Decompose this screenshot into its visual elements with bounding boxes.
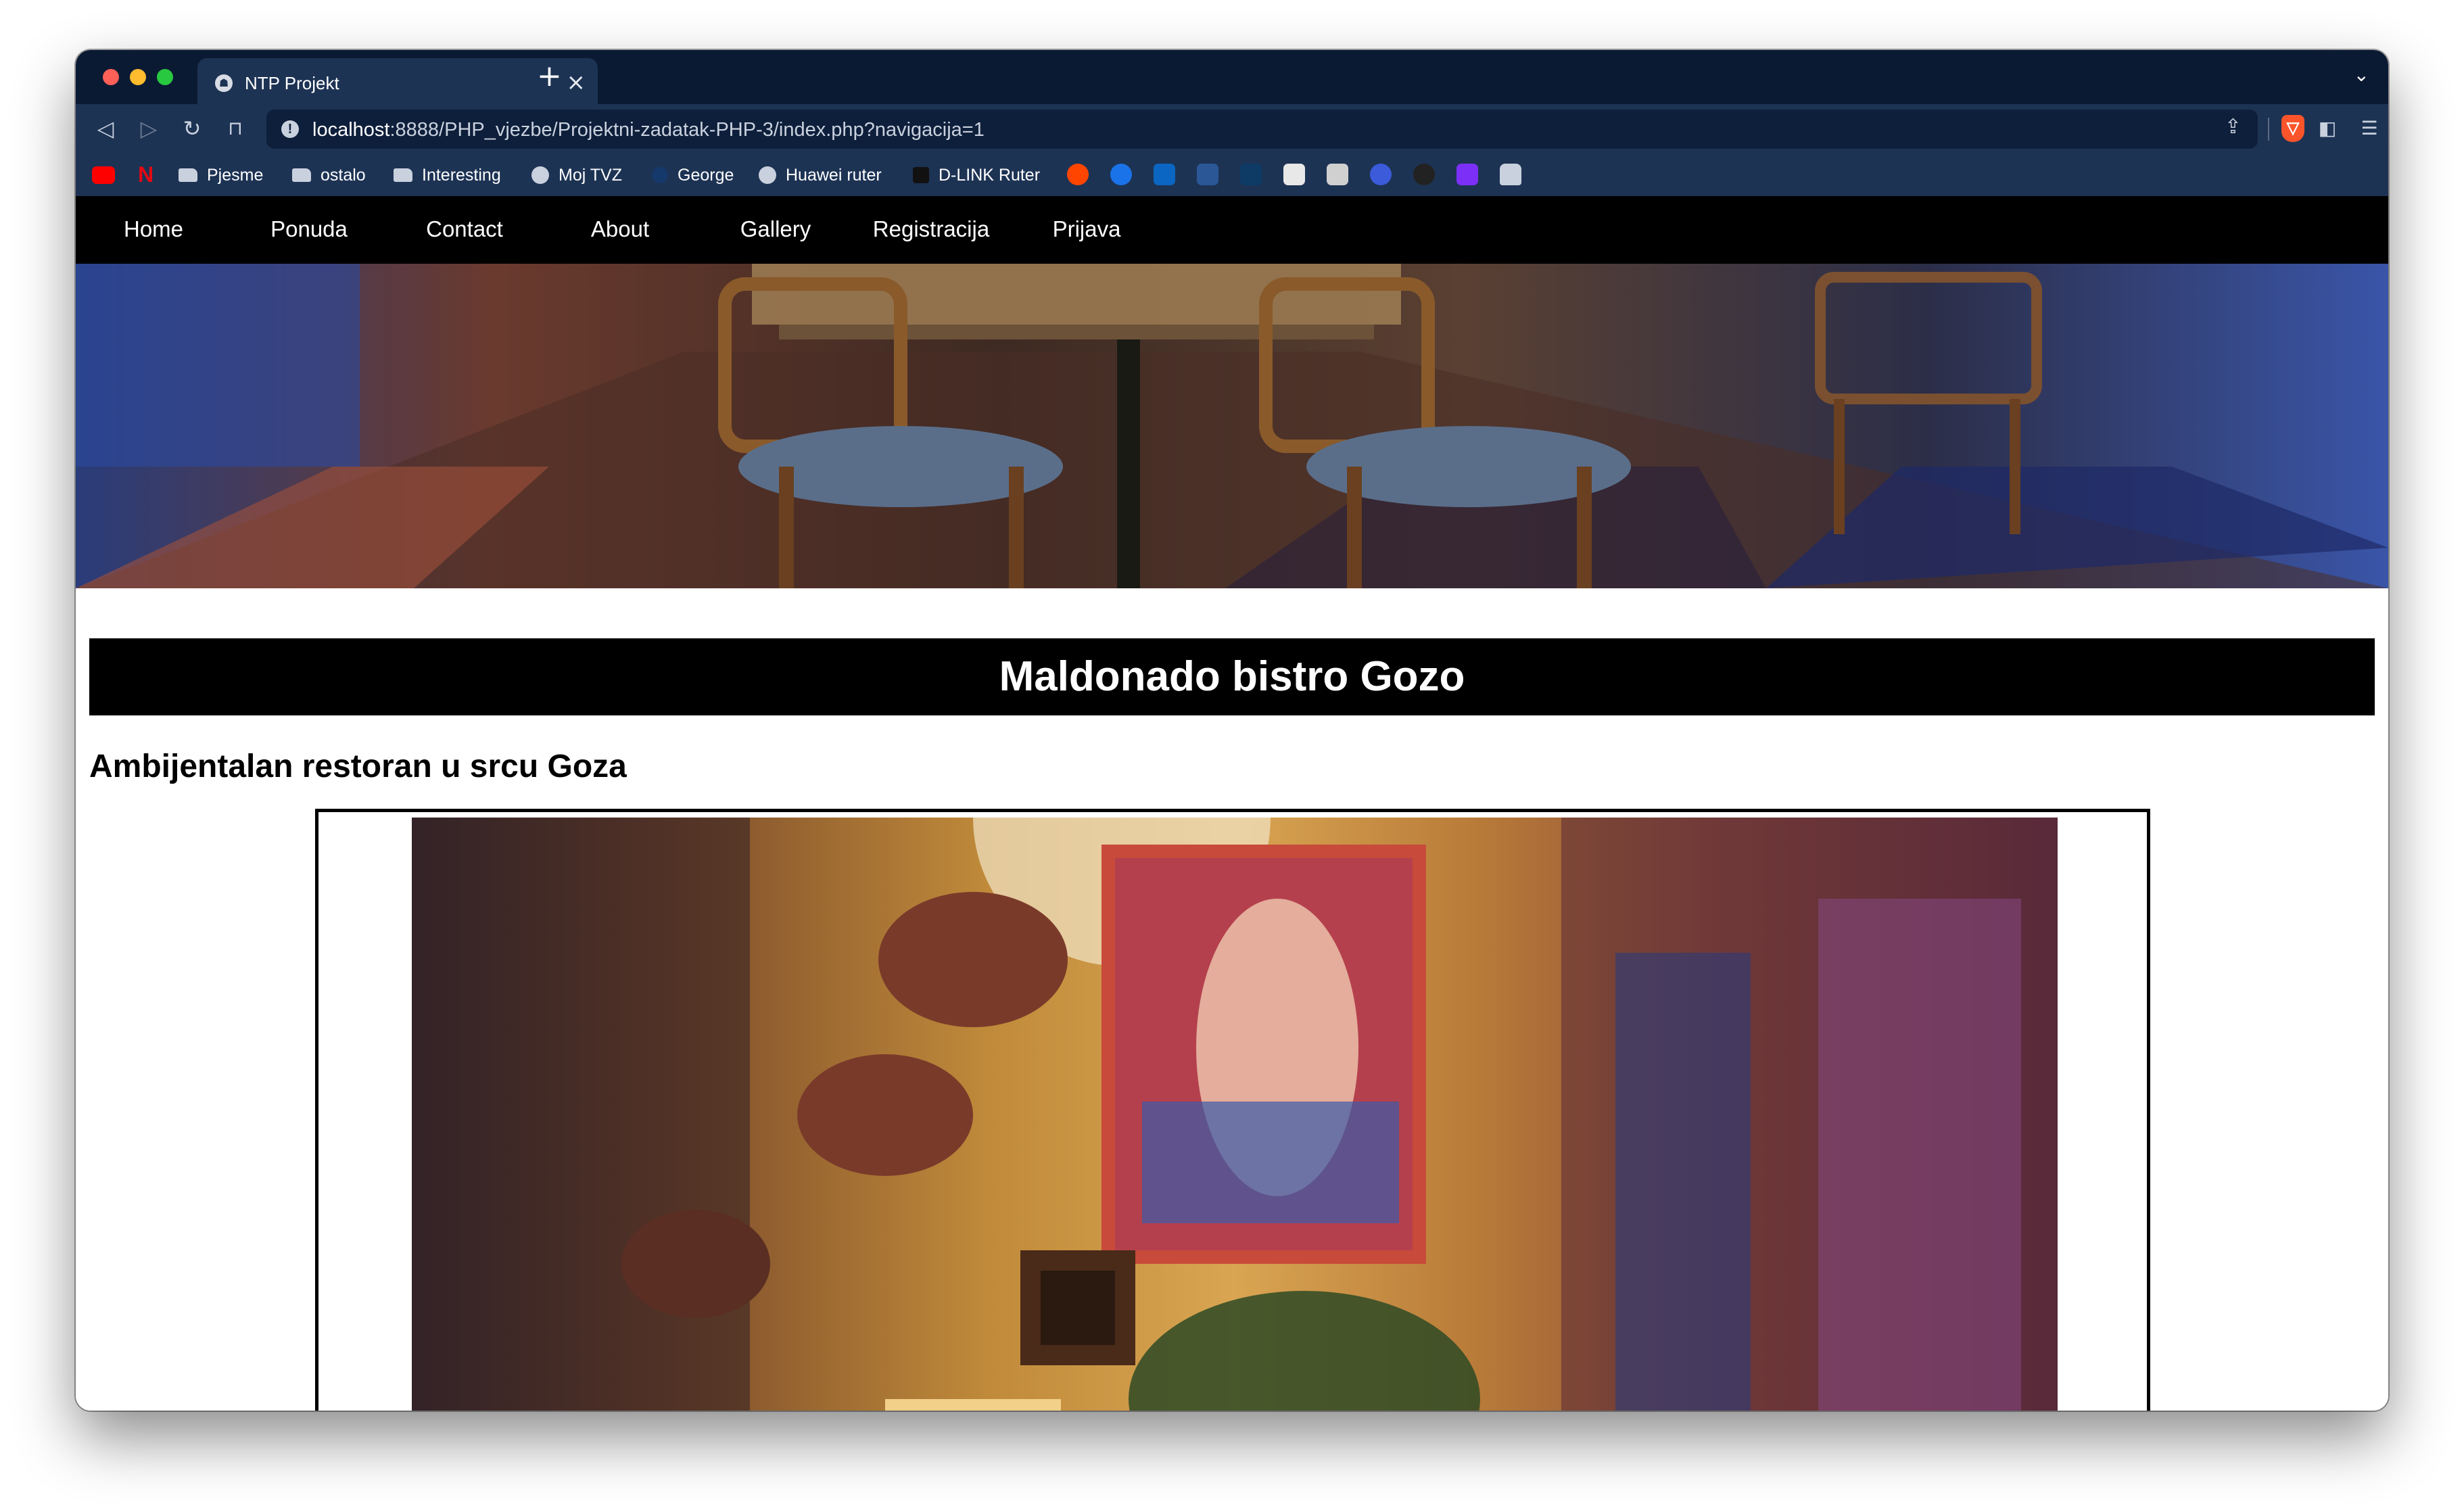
folder-icon	[292, 168, 311, 182]
page-subtitle: Ambijentalan restoran u srcu Goza	[89, 749, 627, 784]
menu-icon[interactable]: ☰	[2356, 114, 2383, 143]
nav-ponuda[interactable]: Ponuda	[231, 216, 387, 242]
youtube-icon[interactable]	[92, 166, 115, 184]
linkedin-icon[interactable]	[1154, 164, 1175, 185]
bookmark-label: Interesting	[422, 165, 501, 185]
nav-gallery[interactable]: Gallery	[698, 216, 853, 242]
bistro-wall-illustration	[412, 818, 2058, 1411]
tab-close-icon[interactable]: ×	[567, 69, 586, 96]
tab-title: NTP Projekt	[245, 73, 339, 93]
bookmark-moj-tvz[interactable]: Moj TVZ	[531, 161, 622, 189]
minimize-window-button[interactable]	[130, 69, 146, 85]
globe-icon	[759, 166, 776, 184]
nav-home[interactable]: Home	[76, 216, 231, 242]
url-host: localhost	[312, 119, 390, 141]
d-link-icon	[913, 167, 929, 183]
bookmark-label: Moj TVZ	[559, 165, 622, 185]
bookmark-icon-11[interactable]	[1283, 164, 1305, 185]
share-icon[interactable]: ⇪	[2225, 115, 2242, 139]
netflix-icon[interactable]: N	[138, 164, 160, 185]
bookmark-ostalo[interactable]: ostalo	[292, 161, 366, 189]
bookmark-label: ostalo	[321, 165, 366, 185]
george-icon	[652, 167, 668, 183]
bookmark-pjesme[interactable]: Pjesme	[179, 161, 263, 189]
site-info-icon[interactable]: !	[281, 120, 299, 138]
restaurant-interior-illustration	[76, 264, 2388, 588]
globe-icon	[531, 166, 549, 184]
bookmark-george[interactable]: George	[652, 161, 734, 189]
new-tab-button[interactable]: +	[537, 60, 562, 93]
bookmark-interesting[interactable]: Interesting	[394, 161, 501, 189]
bookmark-icon-9[interactable]	[1197, 164, 1218, 185]
url-path: :8888/PHP_vjezbe/Projektni-zadatak-PHP-3…	[389, 119, 985, 141]
browser-window: ☗ NTP Projekt × + ⌄ ◁ ▷ ↻ ⊓ ! localhost:…	[76, 50, 2388, 1411]
nav-registracija[interactable]: Registracija	[853, 216, 1009, 242]
bookmark-label: D-LINK Ruter	[939, 165, 1041, 185]
site-favicon-icon: ☗	[215, 74, 233, 92]
maximize-window-button[interactable]	[157, 69, 173, 85]
address-bar[interactable]: ! localhost:8888/PHP_vjezbe/Projektni-za…	[266, 110, 2258, 149]
bookmark-icon[interactable]: ⊓	[222, 114, 249, 143]
sidebar-toggle-icon[interactable]: ◧	[2314, 114, 2341, 143]
bookmark-icon-13[interactable]	[1370, 164, 1392, 185]
url-text[interactable]: localhost:8888/PHP_vjezbe/Projektni-zada…	[312, 119, 985, 141]
bookmark-d-link-ruter[interactable]: D-LINK Ruter	[913, 161, 1040, 189]
bookmark-label: Pjesme	[207, 165, 264, 185]
nav-prijava[interactable]: Prijava	[1009, 216, 1164, 242]
bookmark-icon-12[interactable]	[1327, 164, 1348, 185]
web-page: Home Ponuda Contact About Gallery Regist…	[76, 196, 2388, 1411]
bookmarks-bar: N Pjesme ostalo Interesting Moj TVZ Geor…	[76, 154, 2388, 197]
lock-icon[interactable]	[1500, 164, 1521, 185]
bookmark-icon-14[interactable]	[1413, 164, 1435, 185]
c-icon[interactable]	[1110, 164, 1132, 185]
brave-shields-icon[interactable]: ▽	[2281, 115, 2304, 142]
reddit-icon[interactable]	[1067, 164, 1089, 185]
forward-arrow-icon[interactable]: ▷	[135, 114, 162, 143]
site-navigation: Home Ponuda Contact About Gallery Regist…	[76, 196, 2388, 264]
toolbar-divider	[2268, 118, 2269, 141]
folder-icon	[179, 168, 197, 182]
bookmark-label: Huawei ruter	[786, 165, 882, 185]
nav-about[interactable]: About	[542, 216, 698, 242]
folder-icon	[394, 168, 412, 182]
back-arrow-icon[interactable]: ◁	[92, 114, 119, 143]
hero-banner-image	[76, 264, 2388, 588]
browser-toolbar: ◁ ▷ ↻ ⊓ ! localhost:8888/PHP_vjezbe/Proj…	[76, 104, 2388, 154]
tab-strip: ☗ NTP Projekt × + ⌄	[76, 50, 2388, 104]
bookmark-huawei-ruter[interactable]: Huawei ruter	[759, 161, 882, 189]
gallery-photo-frame	[315, 809, 2150, 1411]
bookmark-label: George	[678, 165, 734, 185]
bookmark-icon-10[interactable]	[1240, 164, 1262, 185]
bookmark-icon-15[interactable]	[1456, 164, 1478, 185]
reload-icon[interactable]: ↻	[179, 114, 206, 143]
close-window-button[interactable]	[103, 69, 119, 85]
bistro-interior-photo	[412, 818, 2058, 1411]
nav-contact[interactable]: Contact	[387, 216, 542, 242]
page-title: Maldonado bistro Gozo	[89, 638, 2375, 715]
tab-list-chevron-icon[interactable]: ⌄	[2354, 64, 2369, 86]
